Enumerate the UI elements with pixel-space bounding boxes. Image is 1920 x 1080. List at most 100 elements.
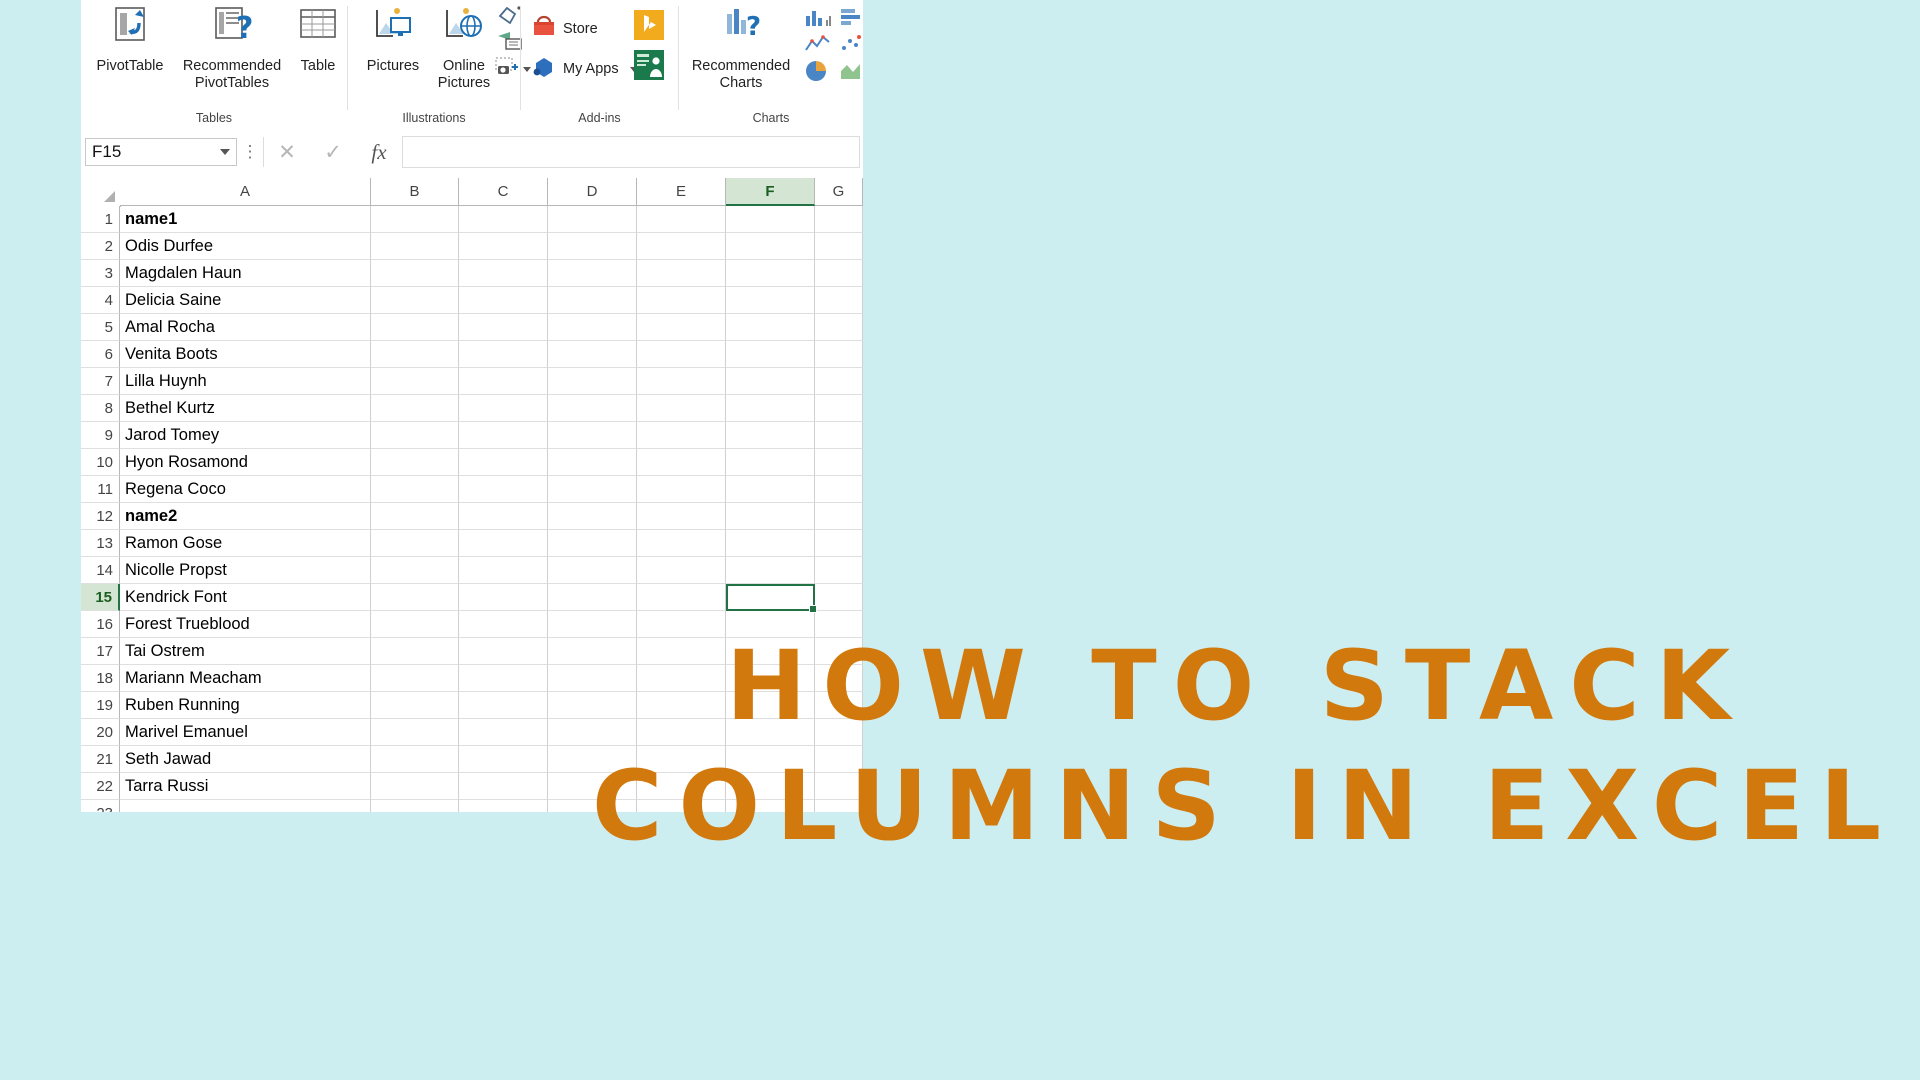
cell-B1[interactable] (371, 206, 459, 233)
row-header-13[interactable]: 13 (81, 530, 120, 557)
cell-G2[interactable] (815, 233, 863, 260)
cell-B9[interactable] (371, 422, 459, 449)
cell-F9[interactable] (726, 422, 815, 449)
row-header-16[interactable]: 16 (81, 611, 120, 638)
cell-F3[interactable] (726, 260, 815, 287)
cell-E2[interactable] (637, 233, 726, 260)
cell-A11[interactable]: Regena Coco (120, 476, 371, 503)
cell-E4[interactable] (637, 287, 726, 314)
cell-G15[interactable] (815, 584, 863, 611)
formula-input[interactable] (402, 136, 860, 168)
cell-G20[interactable] (815, 719, 863, 746)
cell-D9[interactable] (548, 422, 637, 449)
online-pictures-button[interactable]: Online Pictures (432, 6, 496, 92)
formula-bar-overflow-icon[interactable]: ⋮ (237, 142, 263, 162)
cell-G7[interactable] (815, 368, 863, 395)
cell-D21[interactable] (548, 746, 637, 773)
cell-D3[interactable] (548, 260, 637, 287)
row-header-3[interactable]: 3 (81, 260, 120, 287)
cell-F12[interactable] (726, 503, 815, 530)
cell-D1[interactable] (548, 206, 637, 233)
cell-A6[interactable]: Venita Boots (120, 341, 371, 368)
bing-maps-button[interactable] (634, 10, 664, 45)
column-header-e[interactable]: E (637, 178, 726, 206)
cell-E20[interactable] (637, 719, 726, 746)
cell-E5[interactable] (637, 314, 726, 341)
cell-A1[interactable]: name1 (120, 206, 371, 233)
cell-F19[interactable] (726, 692, 815, 719)
cell-E18[interactable] (637, 665, 726, 692)
cell-F14[interactable] (726, 557, 815, 584)
cell-B4[interactable] (371, 287, 459, 314)
cell-C6[interactable] (459, 341, 548, 368)
cell-G12[interactable] (815, 503, 863, 530)
scatter-chart-button[interactable] (839, 33, 863, 60)
cell-F7[interactable] (726, 368, 815, 395)
cell-A22[interactable]: Tarra Russi (120, 773, 371, 800)
cell-E19[interactable] (637, 692, 726, 719)
cell-D2[interactable] (548, 233, 637, 260)
cancel-formula-button[interactable]: ✕ (264, 140, 310, 165)
cell-B6[interactable] (371, 341, 459, 368)
cell-C16[interactable] (459, 611, 548, 638)
pictures-button[interactable]: Pictures (354, 6, 432, 75)
cell-G13[interactable] (815, 530, 863, 557)
cell-D8[interactable] (548, 395, 637, 422)
row-header-1[interactable]: 1 (81, 206, 120, 233)
column-header-c[interactable]: C (459, 178, 548, 206)
row-header-9[interactable]: 9 (81, 422, 120, 449)
cell-B14[interactable] (371, 557, 459, 584)
cell-D19[interactable] (548, 692, 637, 719)
cell-C17[interactable] (459, 638, 548, 665)
cell-E21[interactable] (637, 746, 726, 773)
cell-G18[interactable] (815, 665, 863, 692)
cell-B23[interactable] (371, 800, 459, 812)
cell-D6[interactable] (548, 341, 637, 368)
cell-G9[interactable] (815, 422, 863, 449)
cell-B3[interactable] (371, 260, 459, 287)
cell-B12[interactable] (371, 503, 459, 530)
cell-A4[interactable]: Delicia Saine (120, 287, 371, 314)
cell-A15[interactable]: Kendrick Font (120, 584, 371, 611)
cell-C3[interactable] (459, 260, 548, 287)
cell-A21[interactable]: Seth Jawad (120, 746, 371, 773)
cell-F10[interactable] (726, 449, 815, 476)
cell-A18[interactable]: Mariann Meacham (120, 665, 371, 692)
recommended-pivottables-button[interactable]: ? Recommended PivotTables (173, 6, 291, 92)
cell-F13[interactable] (726, 530, 815, 557)
cell-F4[interactable] (726, 287, 815, 314)
row-header-2[interactable]: 2 (81, 233, 120, 260)
cell-D14[interactable] (548, 557, 637, 584)
cell-B11[interactable] (371, 476, 459, 503)
row-header-6[interactable]: 6 (81, 341, 120, 368)
cell-A2[interactable]: Odis Durfee (120, 233, 371, 260)
cell-A20[interactable]: Marivel Emanuel (120, 719, 371, 746)
cell-A8[interactable]: Bethel Kurtz (120, 395, 371, 422)
cell-E6[interactable] (637, 341, 726, 368)
row-header-21[interactable]: 21 (81, 746, 120, 773)
cell-F23[interactable] (726, 800, 815, 812)
row-header-15[interactable]: 15 (81, 584, 120, 611)
cell-C22[interactable] (459, 773, 548, 800)
name-box[interactable]: F15 (85, 138, 237, 166)
cell-G16[interactable] (815, 611, 863, 638)
cell-E16[interactable] (637, 611, 726, 638)
cell-C1[interactable] (459, 206, 548, 233)
cell-F11[interactable] (726, 476, 815, 503)
cell-B5[interactable] (371, 314, 459, 341)
cell-B8[interactable] (371, 395, 459, 422)
cell-B13[interactable] (371, 530, 459, 557)
cell-D10[interactable] (548, 449, 637, 476)
cell-B19[interactable] (371, 692, 459, 719)
cell-C12[interactable] (459, 503, 548, 530)
my-apps-button[interactable]: My Apps (531, 54, 638, 84)
name-box-chevron-down-icon[interactable] (220, 149, 230, 155)
table-button[interactable]: Table (291, 6, 345, 75)
cell-G6[interactable] (815, 341, 863, 368)
row-header-5[interactable]: 5 (81, 314, 120, 341)
row-header-23[interactable]: 23 (81, 800, 120, 812)
cell-A10[interactable]: Hyon Rosamond (120, 449, 371, 476)
cell-F6[interactable] (726, 341, 815, 368)
cell-E12[interactable] (637, 503, 726, 530)
row-header-7[interactable]: 7 (81, 368, 120, 395)
